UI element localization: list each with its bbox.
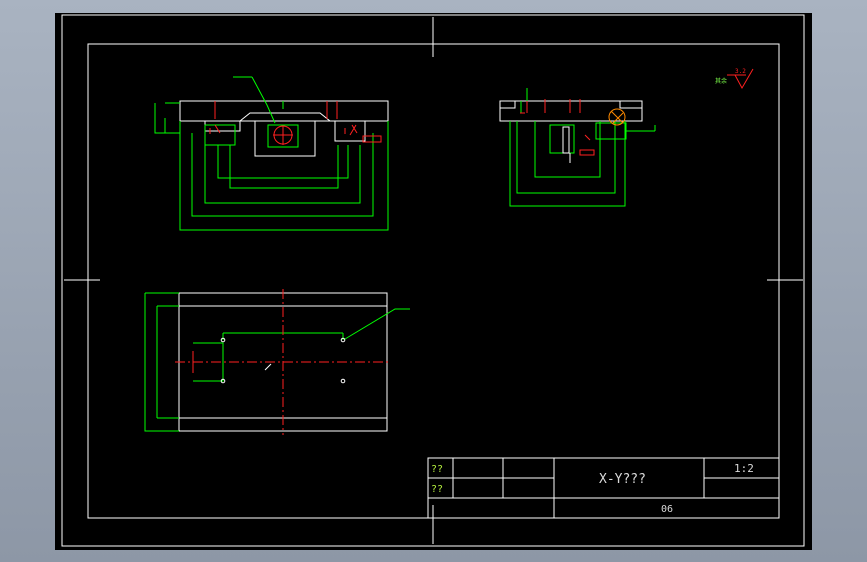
- drawing-number: 06: [661, 504, 673, 515]
- title-block: [427, 457, 780, 519]
- roughness-value: 3.2: [735, 68, 746, 75]
- front-view: [154, 76, 389, 231]
- cad-viewport[interactable]: 其余 3.2 ?? ?? X-Y??? 1:2 06: [55, 13, 812, 550]
- side-view: [499, 88, 656, 207]
- drawing-sheet: 其余 3.2 ?? ?? X-Y??? 1:2 06: [61, 14, 805, 547]
- drawing-title: X-Y???: [599, 472, 646, 487]
- top-view: [144, 289, 410, 435]
- roughness-note: 其余: [715, 77, 727, 85]
- roughness-symbol: 其余 3.2: [715, 68, 754, 90]
- title-label-1: ??: [431, 464, 443, 475]
- inner-border: [87, 43, 780, 519]
- drawing-scale: 1:2: [734, 462, 754, 475]
- title-label-2: ??: [431, 484, 443, 495]
